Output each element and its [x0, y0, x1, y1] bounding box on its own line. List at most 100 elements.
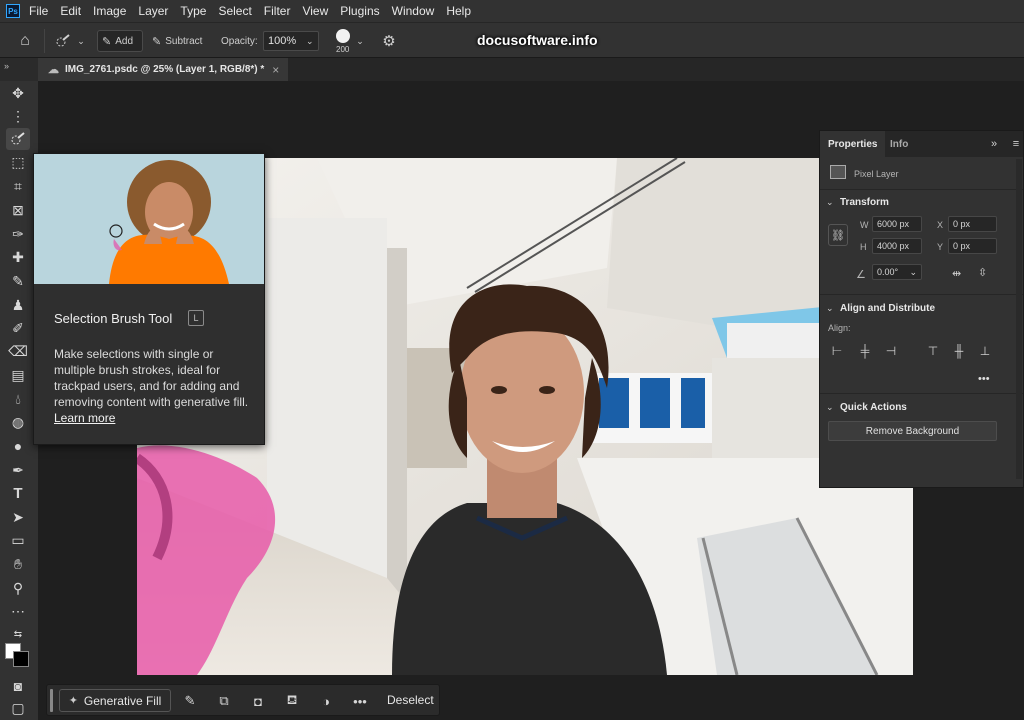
align-top-icon[interactable]: ⊤: [926, 344, 940, 358]
x-field[interactable]: 0 px: [948, 216, 997, 232]
clone-stamp-tool-icon[interactable]: ♟: [6, 294, 30, 316]
panel-scrollbar[interactable]: [1016, 159, 1022, 479]
brush-size-preview-icon[interactable]: [336, 29, 350, 43]
contextual-task-bar: ✦ Generative Fill ✎ ⧉ ◘ ⛾ ◑ ••• Deselect: [46, 684, 440, 716]
rectangle-tool-icon[interactable]: ▭: [6, 529, 30, 551]
document-tab-title: IMG_2761.psdc @ 25% (Layer 1, RGB/8*) *: [65, 64, 265, 75]
more-options-icon[interactable]: •••: [978, 373, 990, 385]
align-label: Align:: [828, 323, 851, 333]
home-icon[interactable]: ⌂: [14, 31, 36, 51]
menu-select[interactable]: Select: [218, 4, 251, 18]
add-mode-button[interactable]: ✎ Add: [97, 30, 143, 52]
tab-info[interactable]: Info: [882, 131, 916, 157]
zoom-tool-icon[interactable]: ⚲: [6, 577, 30, 599]
sponge-tool-icon[interactable]: ●: [6, 435, 30, 457]
y-field[interactable]: 0 px: [948, 238, 997, 254]
align-horizontal-center-icon[interactable]: ╪: [858, 344, 872, 358]
chevron-down-icon[interactable]: ⌄: [354, 33, 366, 49]
menu-file[interactable]: File: [29, 4, 48, 18]
tool-tooltip: Selection Brush Tool L Make selections w…: [33, 153, 265, 445]
align-vertical-center-icon[interactable]: ╫: [952, 344, 966, 358]
brush-size-value: 200: [336, 45, 350, 54]
object-selection-tool-icon[interactable]: ⬚: [6, 151, 30, 173]
align-distribute-header[interactable]: Align and Distribute: [840, 303, 935, 314]
menu-bar: Ps File Edit Image Layer Type Select Fil…: [0, 0, 1024, 22]
frame-tool-icon[interactable]: ⊠: [6, 199, 30, 221]
tab-properties[interactable]: Properties: [820, 131, 886, 157]
invert-selection-icon[interactable]: ◑: [317, 692, 335, 710]
chevron-down-icon[interactable]: ⌄: [75, 33, 87, 49]
learn-more-link[interactable]: Learn more: [54, 411, 115, 425]
menu-edit[interactable]: Edit: [60, 4, 81, 18]
menu-help[interactable]: Help: [446, 4, 471, 18]
link-proportions-icon[interactable]: ⛓: [828, 224, 848, 246]
width-field[interactable]: 6000 px: [872, 216, 922, 232]
close-tab-icon[interactable]: ×: [272, 63, 279, 77]
height-label: H: [860, 242, 867, 252]
modify-selection-brush-icon[interactable]: ✎: [181, 692, 199, 710]
menu-view[interactable]: View: [302, 4, 328, 18]
hand-tool-icon[interactable]: ✋︎: [6, 553, 30, 575]
marquee-tool-icon[interactable]: ⋮: [6, 105, 30, 127]
menu-layer[interactable]: Layer: [138, 4, 168, 18]
background-color-swatch[interactable]: [13, 651, 29, 667]
screen-mode-icon[interactable]: ▢: [6, 697, 30, 719]
brush-tool-icon[interactable]: ✎: [6, 270, 30, 292]
drag-handle[interactable]: [50, 689, 53, 712]
history-brush-tool-icon[interactable]: ✐: [6, 317, 30, 339]
tooltip-title: Selection Brush Tool: [54, 311, 173, 326]
opacity-label: Opacity:: [221, 36, 258, 47]
type-tool-icon[interactable]: T: [6, 482, 30, 504]
flip-vertical-icon[interactable]: ⇳: [978, 266, 987, 279]
menu-image[interactable]: Image: [93, 4, 126, 18]
opacity-field[interactable]: 100% ⌄: [263, 31, 319, 51]
quick-actions-header[interactable]: Quick Actions: [840, 402, 907, 413]
selection-brush-tool-icon[interactable]: [6, 128, 30, 150]
angle-field[interactable]: 0.00° ⌄: [872, 264, 922, 280]
remove-background-button[interactable]: Remove Background: [828, 421, 997, 441]
more-options-icon[interactable]: •••: [351, 692, 369, 710]
move-tool-icon[interactable]: ✥: [6, 82, 30, 104]
eyedropper-tool-icon[interactable]: ✑: [6, 223, 30, 245]
quick-mask-icon[interactable]: ◙: [6, 675, 30, 697]
subtract-mode-button[interactable]: ✎ Subtract: [150, 30, 210, 52]
document-tab[interactable]: ☁ IMG_2761.psdc @ 25% (Layer 1, RGB/8*) …: [38, 58, 288, 81]
swap-colors-icon[interactable]: ⇆: [6, 623, 30, 645]
healing-brush-tool-icon[interactable]: ✚: [6, 246, 30, 268]
more-tools-icon[interactable]: ⋯: [6, 600, 30, 622]
panel-menu-icon[interactable]: ≡: [1010, 137, 1022, 151]
options-bar: ⌂ ⌄ ✎ Add ✎ Subtract Opacity: 100% ⌄ 200…: [0, 22, 1024, 58]
path-selection-tool-icon[interactable]: ➤: [6, 506, 30, 528]
transform-header[interactable]: Transform: [840, 197, 889, 208]
mask-icon[interactable]: ◘: [249, 692, 267, 710]
divider: [820, 294, 1023, 295]
blur-tool-icon[interactable]: 💧︎: [6, 388, 30, 410]
panel-collapse-icon[interactable]: »: [988, 137, 1000, 151]
align-left-icon[interactable]: ⊢: [830, 344, 844, 358]
fill-bucket-icon[interactable]: ⛾: [283, 692, 301, 710]
chevron-down-icon[interactable]: ⌄: [826, 303, 834, 314]
toolbar-collapse-icon[interactable]: »: [0, 58, 38, 81]
generative-fill-button[interactable]: ✦ Generative Fill: [59, 689, 171, 712]
crop-tool-icon[interactable]: ⌗: [6, 175, 30, 197]
menu-window[interactable]: Window: [392, 4, 435, 18]
dodge-tool-icon[interactable]: ◍: [6, 411, 30, 433]
gear-icon[interactable]: ⚙: [380, 32, 398, 50]
align-right-icon[interactable]: ⊣: [884, 344, 898, 358]
align-bottom-icon[interactable]: ⊥: [978, 344, 992, 358]
pen-tool-icon[interactable]: ✒: [6, 459, 30, 481]
menu-filter[interactable]: Filter: [264, 4, 291, 18]
menu-type[interactable]: Type: [180, 4, 206, 18]
menu-plugins[interactable]: Plugins: [340, 4, 379, 18]
subtract-label: Subtract: [165, 35, 203, 47]
chevron-down-icon[interactable]: ⌄: [826, 402, 834, 413]
gradient-tool-icon[interactable]: ▤: [6, 364, 30, 386]
deselect-button[interactable]: Deselect: [387, 693, 434, 707]
brush-add-icon: ✎: [102, 35, 112, 48]
eraser-tool-icon[interactable]: ⌫: [6, 340, 30, 362]
selection-brush-preset-icon[interactable]: [53, 31, 73, 51]
chevron-down-icon[interactable]: ⌄: [826, 197, 834, 208]
flip-horizontal-icon[interactable]: ⇹: [952, 267, 961, 280]
transform-selection-icon[interactable]: ⧉: [215, 692, 233, 710]
height-field[interactable]: 4000 px: [872, 238, 922, 254]
